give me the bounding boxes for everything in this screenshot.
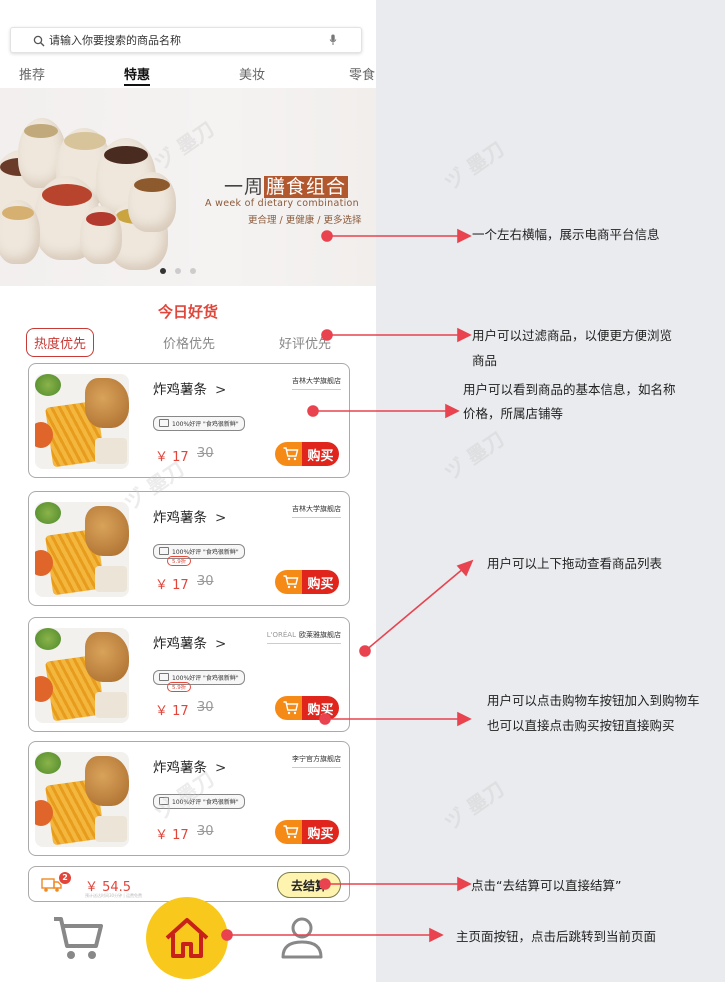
product-image[interactable]	[35, 628, 129, 723]
product-price: ￥ 17	[155, 578, 189, 593]
tab-deals[interactable]: 特惠	[124, 64, 151, 86]
cart-icon	[283, 825, 299, 839]
watermark: ヅ 墨刀	[440, 776, 509, 835]
home-button[interactable]	[146, 897, 228, 979]
chevron-right-icon: >	[215, 760, 227, 776]
watermark: ヅ 墨刀	[440, 136, 509, 195]
rating-badge: 100%好评 "食鸡很新鲜"	[153, 544, 245, 559]
banner-title: 一周 膳食组合	[224, 176, 349, 198]
annotation-checkout: 点击“去结算可以直接结算”	[471, 878, 622, 893]
annotation-info: 用户可以看到商品的基本信息，如名称	[463, 382, 676, 397]
product-image[interactable]	[35, 502, 129, 597]
search-bar[interactable]: 请输入你要搜索的商品名称	[10, 27, 362, 53]
rating-badge: 100%好评 "食鸡很新鲜"	[153, 794, 245, 809]
store-link[interactable]: 吉林大学旗舰店	[292, 376, 341, 390]
checkout-button[interactable]: 去结算	[277, 872, 341, 898]
category-tabs: 推荐 特惠 美妆 零食	[0, 62, 376, 86]
chevron-right-icon: >	[215, 510, 227, 526]
banner-pagination[interactable]	[160, 268, 196, 274]
banner-subtitle: A week of dietary combination	[205, 198, 359, 209]
product-card[interactable]: 炸鸡薯条 > 李宁官方旗舰店 100%好评 "食鸡很新鲜" ￥ 17 30 购买	[28, 741, 350, 856]
product-name[interactable]: 炸鸡薯条 >	[153, 378, 226, 398]
cart-icon	[283, 575, 299, 589]
buy-button[interactable]: 购买	[302, 696, 339, 720]
original-price: 30	[197, 446, 214, 461]
product-price: ￥ 17	[155, 450, 189, 465]
cart-count-badge: 2	[59, 872, 71, 884]
buy-button[interactable]: 购买	[302, 442, 339, 466]
annotation-home: 主页面按钮，点击后跳转到当前页面	[456, 929, 657, 944]
section-title: 今日好货	[157, 303, 218, 321]
product-card[interactable]: 炸鸡薯条 > L'ORÉAL 欧莱雅旗舰店 100%好评 "食鸡很新鲜" 5.9折 …	[28, 617, 350, 732]
product-image[interactable]	[35, 374, 129, 469]
annotation-banner: 一个左右横幅，展示电商平台信息	[472, 227, 660, 242]
user-icon[interactable]	[280, 915, 324, 959]
filter-popularity[interactable]: 热度优先	[26, 328, 95, 357]
annotation-cart-cont: 也可以直接点击购买按钮直接购买	[487, 718, 675, 733]
original-price: 30	[197, 824, 214, 839]
mic-icon[interactable]	[329, 34, 337, 46]
store-logo: L'ORÉAL	[266, 631, 296, 639]
annotation-scroll: 用户可以上下拖动查看商品列表	[487, 556, 663, 571]
delivery-note: 预计送达时间30分钟 | 运费免费	[85, 893, 142, 898]
chevron-right-icon: >	[215, 636, 227, 652]
product-price: ￥ 17	[155, 704, 189, 719]
chevron-right-icon: >	[215, 382, 227, 398]
discount-tag: 5.9折	[167, 682, 192, 692]
annotation-info-cont: 价格，所属店铺等	[463, 406, 564, 421]
filter-rating[interactable]: 好评优先	[279, 333, 331, 352]
search-input[interactable]: 请输入你要搜索的商品名称	[49, 32, 181, 48]
annotation-filter: 用户可以过滤商品，以便更方便浏览	[472, 328, 673, 343]
rating-badge: 100%好评 "食鸡很新鲜"	[153, 670, 245, 685]
rating-badge: 100%好评 "食鸡很新鲜"	[153, 416, 245, 431]
buy-button[interactable]: 购买	[302, 570, 339, 594]
product-card[interactable]: 炸鸡薯条 > 吉林大学旗舰店 100%好评 "食鸡很新鲜" 5.9折 ￥ 17 3…	[28, 491, 350, 606]
tab-snacks[interactable]: 零食	[349, 64, 375, 83]
tab-recommend[interactable]: 推荐	[19, 64, 45, 83]
product-name[interactable]: 炸鸡薯条 >	[153, 506, 226, 526]
filter-bar: 热度优先 价格优先 好评优先	[26, 328, 356, 357]
cart-icon	[283, 701, 299, 715]
product-image[interactable]	[35, 752, 129, 847]
original-price: 30	[197, 574, 214, 589]
home-icon	[165, 918, 209, 958]
annotation-filter-cont: 商品	[472, 353, 498, 368]
product-name[interactable]: 炸鸡薯条 >	[153, 756, 226, 776]
store-link[interactable]: 李宁官方旗舰店	[292, 754, 341, 768]
cart-icon	[283, 447, 299, 461]
annotation-cart: 用户可以点击购物车按钮加入到购物车	[487, 693, 700, 708]
discount-tag: 5.9折	[167, 556, 192, 566]
buy-button[interactable]: 购买	[302, 820, 339, 844]
original-price: 30	[197, 700, 214, 715]
promo-banner[interactable]: 一周 膳食组合 A week of dietary combination 更合理…	[0, 88, 376, 286]
tab-beauty[interactable]: 美妆	[239, 64, 265, 83]
store-link[interactable]: 吉林大学旗舰店	[292, 504, 341, 518]
phone-screen: 请输入你要搜索的商品名称 推荐 特惠 美妆 零食 一周 膳食组合 A week o…	[0, 0, 376, 982]
product-price: ￥ 17	[155, 828, 189, 843]
banner-tagline: 更合理 / 更健康 / 更多选择	[248, 215, 362, 226]
product-card[interactable]: 炸鸡薯条 > 吉林大学旗舰店 100%好评 "食鸡很新鲜" ￥ 17 30 购买	[28, 363, 350, 478]
cart-icon[interactable]	[52, 914, 104, 962]
product-name[interactable]: 炸鸡薯条 >	[153, 632, 226, 652]
filter-price[interactable]: 价格优先	[163, 333, 215, 352]
search-icon	[33, 35, 45, 47]
watermark: ヅ 墨刀	[440, 426, 509, 485]
store-link[interactable]: L'ORÉAL 欧莱雅旗舰店	[266, 630, 341, 644]
